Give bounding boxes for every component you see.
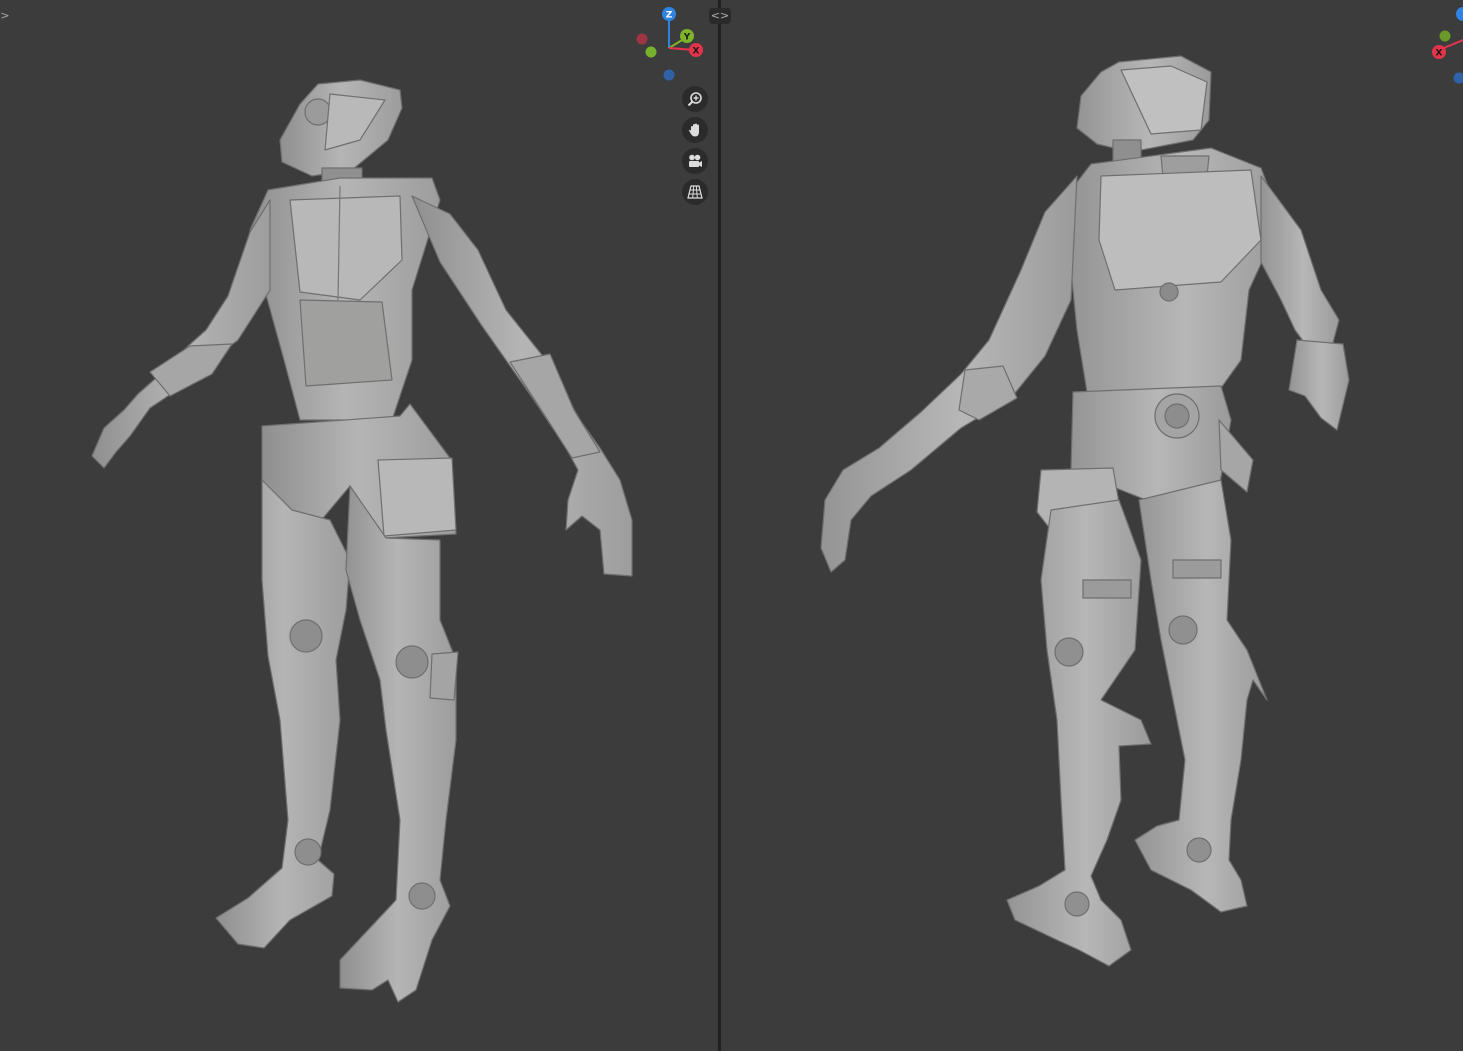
- split-handle[interactable]: <>: [709, 8, 731, 24]
- viewport-right[interactable]: X: [721, 0, 1463, 1051]
- robot-model-back-view[interactable]: [721, 0, 1463, 1051]
- robot-model-front-view[interactable]: [0, 0, 718, 1051]
- viewport-left[interactable]: > Z Y X: [0, 0, 718, 1051]
